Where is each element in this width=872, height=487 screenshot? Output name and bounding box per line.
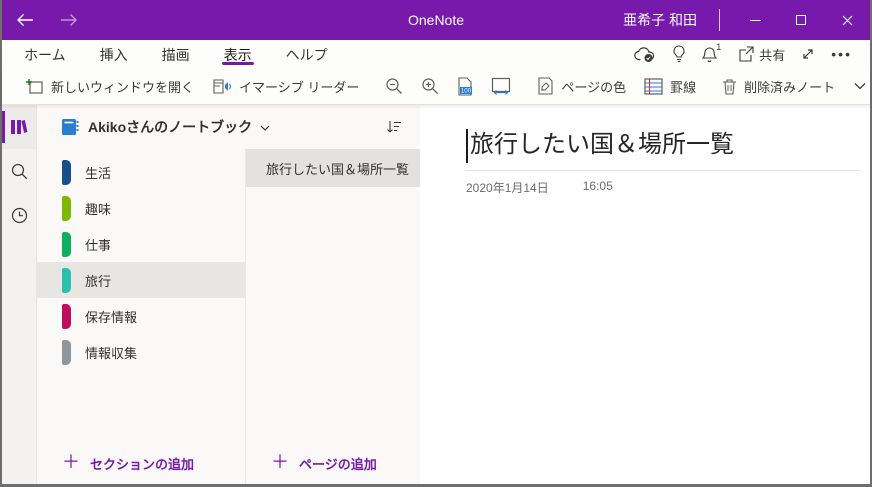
ruled-lines-label: 罫線 [670, 77, 696, 96]
immersive-reader-label: イマーシブ リーダー [239, 77, 359, 96]
forward-arrow-icon[interactable] [54, 0, 84, 40]
section-color-tab [62, 160, 71, 185]
close-icon [842, 15, 853, 26]
search-icon [11, 163, 28, 180]
page-width-icon [491, 77, 511, 95]
page-width-button[interactable] [482, 73, 520, 99]
chevron-down-icon [854, 82, 866, 90]
back-arrow-icon[interactable] [10, 0, 40, 40]
new-window-icon [25, 78, 44, 95]
new-window-button[interactable]: 新しいウィンドウを開く [16, 73, 203, 100]
section-row-travel[interactable]: 旅行 [37, 262, 245, 298]
tab-home[interactable]: ホーム [22, 40, 68, 68]
menubar: ホーム 挿入 描画 表示 ヘルプ [2, 40, 870, 68]
tab-view[interactable]: 表示 [222, 40, 254, 68]
section-color-tab [62, 268, 71, 293]
ruled-lines-icon [644, 78, 663, 95]
page-time: 16:05 [583, 179, 613, 196]
section-list-panel: 生活 趣味 仕事 旅行 [37, 149, 246, 484]
tab-help[interactable]: ヘルプ [284, 40, 330, 68]
sort-button[interactable] [382, 116, 406, 138]
zoom-100-badge: 100 [461, 87, 472, 94]
titlebar-divider [719, 9, 720, 31]
ellipsis-icon: ••• [831, 46, 852, 62]
minimize-icon [750, 20, 761, 21]
tab-draw[interactable]: 描画 [160, 40, 192, 68]
plus-icon: ＋ [62, 453, 80, 471]
notebook-dropdown[interactable]: Akikoさんのノートブック [37, 105, 420, 149]
new-window-label: 新しいウィンドウを開く [51, 77, 194, 96]
rail-search-button[interactable] [2, 149, 36, 193]
trash-icon [722, 78, 737, 95]
sort-icon [386, 120, 402, 134]
add-section-button[interactable]: ＋ セクションの追加 [37, 442, 245, 484]
fullscreen-button[interactable] [795, 44, 821, 64]
clock-icon [11, 207, 28, 224]
section-row-life[interactable]: 生活 [37, 154, 245, 190]
maximize-button[interactable] [778, 0, 824, 40]
share-label: 共有 [759, 45, 785, 64]
share-icon [738, 46, 756, 62]
section-row-hobby[interactable]: 趣味 [37, 190, 245, 226]
zoom-in-icon [421, 77, 439, 95]
maximize-icon [796, 15, 806, 25]
text-cursor [466, 129, 468, 163]
rail-notebooks-button[interactable] [2, 105, 36, 149]
zoom-in-button[interactable] [412, 73, 448, 99]
chevron-down-icon [260, 125, 270, 132]
zoom-100-button[interactable]: 100 [448, 73, 482, 100]
ruled-lines-button[interactable]: 罫線 [635, 73, 705, 100]
page-color-label: ページの色 [561, 77, 626, 96]
minimize-button[interactable] [732, 0, 778, 40]
deleted-notes-button[interactable]: 削除済みノート [713, 73, 844, 100]
lightbulb-icon [672, 45, 686, 63]
notebooks-icon [10, 119, 28, 135]
deleted-notes-label: 削除済みノート [744, 77, 835, 96]
account-button[interactable]: 亜希子 和田 [623, 10, 697, 30]
rail-recent-notes-button[interactable] [2, 193, 36, 237]
section-color-tab [62, 232, 71, 257]
section-row-saved-info[interactable]: 保存情報 [37, 298, 245, 334]
page-canvas[interactable]: 旅行したい国＆場所一覧 2020年1月14日 16:05 [420, 105, 870, 484]
notebook-pane: Akikoさんのノートブック 生活 [36, 105, 420, 484]
zoom-100-page-icon: 100 [457, 77, 473, 96]
plus-icon: ＋ [271, 453, 289, 471]
more-options-button[interactable]: ••• [825, 43, 858, 65]
tab-insert[interactable]: 挿入 [98, 40, 130, 68]
title-underline [466, 170, 860, 171]
expand-icon [801, 47, 815, 61]
notebook-icon [61, 118, 80, 136]
toolbar-overflow-button[interactable] [844, 78, 872, 94]
page-color-button[interactable]: ページの色 [528, 73, 635, 100]
bell-icon [702, 46, 717, 63]
immersive-reader-button[interactable]: イマーシブ リーダー [203, 73, 368, 100]
sync-status-button[interactable] [628, 43, 662, 66]
titlebar: OneNote 亜希子 和田 [2, 0, 870, 40]
section-color-tab [62, 304, 71, 329]
notebook-title: Akikoさんのノートブック [88, 117, 252, 137]
section-row-info-gathering[interactable]: 情報収集 [37, 334, 245, 370]
cloud-sync-icon [634, 46, 656, 63]
page-list-panel: 旅行したい国＆場所一覧 ＋ ページの追加 [246, 149, 420, 484]
page-row[interactable]: 旅行したい国＆場所一覧 [246, 149, 420, 187]
zoom-out-icon [385, 77, 403, 95]
view-toolbar: 新しいウィンドウを開く イマーシブ リーダー [2, 68, 870, 105]
tell-me-button[interactable] [666, 42, 692, 66]
immersive-reader-icon [212, 78, 232, 95]
page-title-input[interactable]: 旅行したい国＆場所一覧 [470, 129, 734, 160]
section-row-work[interactable]: 仕事 [37, 226, 245, 262]
add-page-button[interactable]: ＋ ページの追加 [246, 442, 420, 484]
page-date: 2020年1月14日 [466, 179, 549, 196]
share-button[interactable]: 共有 [732, 42, 791, 67]
zoom-out-button[interactable] [376, 73, 412, 99]
close-button[interactable] [824, 0, 870, 40]
section-color-tab [62, 340, 71, 365]
notification-count-badge: 1 [716, 42, 721, 52]
nav-rail [2, 105, 36, 484]
app-title: OneNote [408, 12, 464, 28]
notifications-button[interactable]: 1 [696, 43, 728, 66]
section-color-tab [62, 196, 71, 221]
onenote-window: OneNote 亜希子 和田 ホーム 挿入 描画 表示 ヘルプ [0, 0, 872, 487]
page-color-icon [537, 77, 554, 95]
